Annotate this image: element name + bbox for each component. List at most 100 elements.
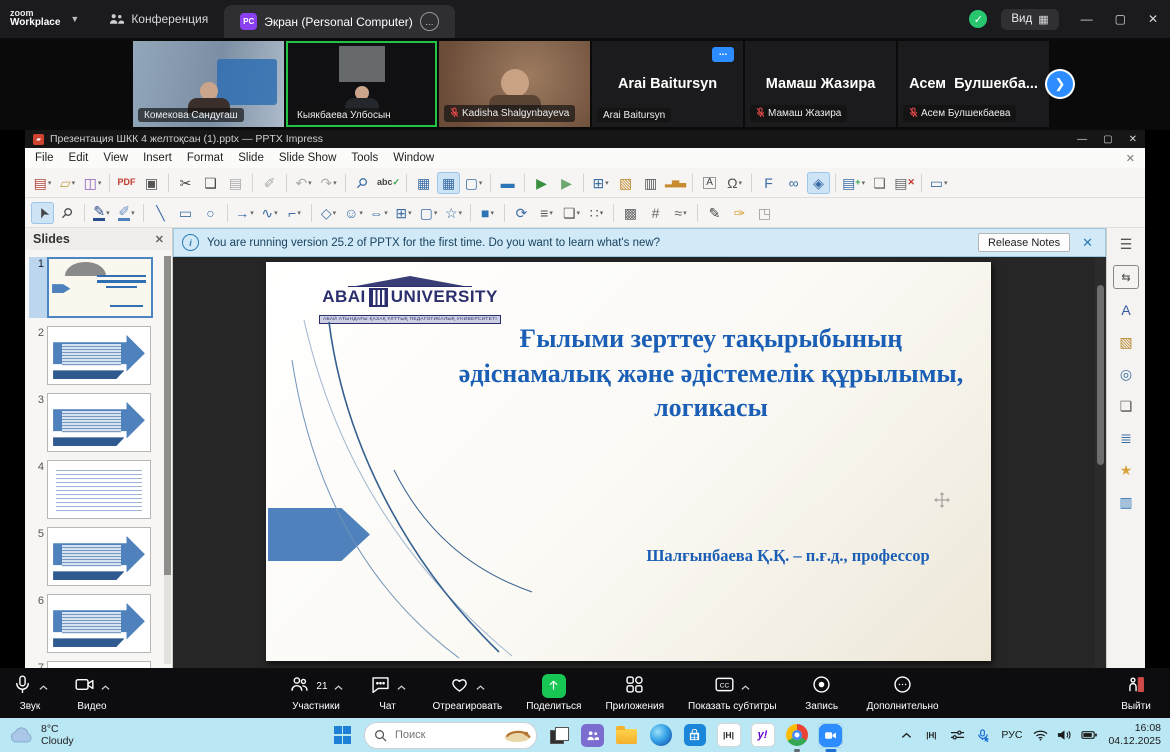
basic-shapes-icon[interactable]: ◇▾ xyxy=(317,202,340,224)
impress-maximize-button[interactable]: ▢ xyxy=(1103,134,1112,145)
chrome-icon[interactable] xyxy=(784,723,809,748)
animation-list-icon[interactable]: ≣ xyxy=(1114,427,1138,449)
fontwork-icon[interactable]: F xyxy=(757,172,780,194)
cut-icon[interactable]: ✂ xyxy=(174,172,197,194)
insert-line-icon[interactable]: ╲ xyxy=(149,202,172,224)
chevron-up-icon[interactable] xyxy=(476,678,485,696)
minimize-button[interactable]: — xyxy=(1081,12,1093,26)
ellipse-icon[interactable]: ○ xyxy=(199,202,222,224)
slide-thumbnail-5[interactable]: 5 xyxy=(29,527,160,586)
helplines-while-moving-icon[interactable]: ▢▾ xyxy=(462,172,485,194)
insert-image-icon[interactable]: ▧ xyxy=(614,172,637,194)
security-shield-icon[interactable]: ✓ xyxy=(969,10,987,28)
volume-icon[interactable] xyxy=(1057,729,1072,741)
paste-icon[interactable]: ▤ xyxy=(224,172,247,194)
menu-file[interactable]: File xyxy=(35,152,54,164)
store-icon[interactable] xyxy=(682,723,707,748)
close-document-icon[interactable]: ✕ xyxy=(1126,152,1135,165)
show-draw-functions-icon[interactable]: ◈ xyxy=(807,172,830,194)
slide-thumbnail-7[interactable]: 7 xyxy=(29,661,160,668)
teams-icon[interactable] xyxy=(580,723,605,748)
chevron-up-icon[interactable] xyxy=(101,678,110,696)
apps-button[interactable]: Приложения xyxy=(602,674,667,712)
chevron-down-icon[interactable]: ▼ xyxy=(70,14,79,24)
menu-edit[interactable]: Edit xyxy=(69,152,89,164)
explorer-icon[interactable] xyxy=(614,723,639,748)
react-button[interactable]: Отреагировать xyxy=(430,674,506,712)
toggle-extrusion-icon[interactable]: ◳ xyxy=(753,202,776,224)
record-button[interactable]: Запись xyxy=(798,674,846,712)
chevron-up-icon[interactable] xyxy=(334,678,343,696)
insert-text-box-icon[interactable]: A xyxy=(698,172,721,194)
notification-close-icon[interactable]: ✕ xyxy=(1078,235,1097,251)
rectangle-icon[interactable]: ▭ xyxy=(174,202,197,224)
snap-to-grid-icon[interactable]: ▦ xyxy=(437,172,460,194)
share-button[interactable]: Поделиться xyxy=(523,674,584,712)
undo-icon[interactable]: ↶▾ xyxy=(292,172,315,194)
sidebar-settings-icon[interactable]: ☰ xyxy=(1114,233,1138,255)
movavi-tray-icon[interactable]: |H| xyxy=(923,728,939,742)
start-from-first-slide-icon[interactable]: ▶ xyxy=(530,172,553,194)
more-button[interactable]: Дополнительно xyxy=(864,674,942,712)
master-slides-icon[interactable]: ▥ xyxy=(1114,491,1138,513)
tab-options-icon[interactable]: … xyxy=(420,12,439,31)
menu-insert[interactable]: Insert xyxy=(143,152,172,164)
camera-button[interactable]: Видео xyxy=(68,674,116,712)
special-character-icon[interactable]: Ω▾ xyxy=(723,172,746,194)
impress-titlebar[interactable]: ▰ Презентация ШКК 4 желтоқсан (1).pptx —… xyxy=(25,130,1145,148)
select-icon[interactable]: ➤ xyxy=(31,202,54,224)
stars-and-banners-icon[interactable]: ☆▾ xyxy=(442,202,465,224)
insert-table-icon[interactable]: ⊞▾ xyxy=(589,172,612,194)
chat-button[interactable]: Чат xyxy=(364,674,412,712)
slide-thumbnail-6[interactable]: 6 xyxy=(29,594,160,653)
view-button[interactable]: Вид ▦ xyxy=(1001,9,1058,30)
battery-icon[interactable] xyxy=(1081,730,1097,740)
menu-format[interactable]: Format xyxy=(187,152,223,164)
image-filter-icon[interactable]: ≈▾ xyxy=(669,202,692,224)
master-slide-icon[interactable]: ▬ xyxy=(496,172,519,194)
rotate-icon[interactable]: ⟳ xyxy=(510,202,533,224)
chevron-up-icon[interactable] xyxy=(397,678,406,696)
connectors-icon[interactable]: ⌐▾ xyxy=(283,202,306,224)
print-icon[interactable]: ▣ xyxy=(140,172,163,194)
redo-icon[interactable]: ↷▾ xyxy=(317,172,340,194)
align-objects-icon[interactable]: ≡▾ xyxy=(535,202,558,224)
impress-close-button[interactable]: ✕ xyxy=(1129,134,1137,145)
release-notes-button[interactable]: Release Notes xyxy=(978,233,1070,252)
flowchart-icon[interactable]: ⊞▾ xyxy=(392,202,415,224)
cc-button[interactable]: CCПоказать субтитры xyxy=(685,674,780,712)
slide-thumbnail-4[interactable]: 4 xyxy=(29,460,160,519)
distribute-icon[interactable]: ∷▾ xyxy=(585,202,608,224)
new-document-icon[interactable]: ▤▾ xyxy=(31,172,54,194)
delete-slide-icon[interactable]: ▤✕ xyxy=(893,172,916,194)
taskbar-search[interactable] xyxy=(364,722,537,749)
slides-panel-scrollbar[interactable] xyxy=(164,256,171,664)
impress-minimize-button[interactable]: — xyxy=(1077,134,1087,145)
canvas-scrollbar[interactable] xyxy=(1095,257,1106,668)
duplicate-slide-icon[interactable]: ❏ xyxy=(868,172,891,194)
slide-thumbnail-2[interactable]: 2 xyxy=(29,326,160,385)
movavi-icon[interactable]: |H| xyxy=(716,723,741,748)
participant-tile-2[interactable]: Кыякбаева Улбосын xyxy=(286,41,437,127)
slide-thumbnail-3[interactable]: 3 xyxy=(29,393,160,452)
screen-share-mic-icon[interactable] xyxy=(976,729,990,742)
search-input[interactable] xyxy=(393,728,496,742)
crop-icon[interactable]: # xyxy=(644,202,667,224)
3d-objects-icon[interactable]: ■▾ xyxy=(476,202,499,224)
copy-icon[interactable]: ❏ xyxy=(199,172,222,194)
leave-button[interactable]: Выйти xyxy=(1112,674,1160,712)
next-participants-button[interactable]: ❯ xyxy=(1045,69,1075,99)
participant-tile-1[interactable]: Комекова Сандугаш xyxy=(133,41,284,127)
chevron-up-icon[interactable] xyxy=(741,678,750,696)
find-replace-icon[interactable]: ⚲ xyxy=(351,172,374,194)
insert-chart-icon[interactable]: ▂▅▃ xyxy=(664,172,687,194)
search-highlight-image[interactable] xyxy=(502,727,532,743)
open-icon[interactable]: ▱▾ xyxy=(56,172,79,194)
mic-button[interactable]: Звук xyxy=(6,674,54,712)
new-slide-icon[interactable]: ▤+▾ xyxy=(841,172,866,194)
close-button[interactable]: ✕ xyxy=(1148,12,1158,26)
shadow-icon[interactable]: ▩ xyxy=(619,202,642,224)
clone-formatting-icon[interactable]: ✐ xyxy=(258,172,281,194)
fill-color-icon[interactable]: ✐▾ xyxy=(115,202,138,224)
line-color-icon[interactable]: ✎▾ xyxy=(90,202,113,224)
